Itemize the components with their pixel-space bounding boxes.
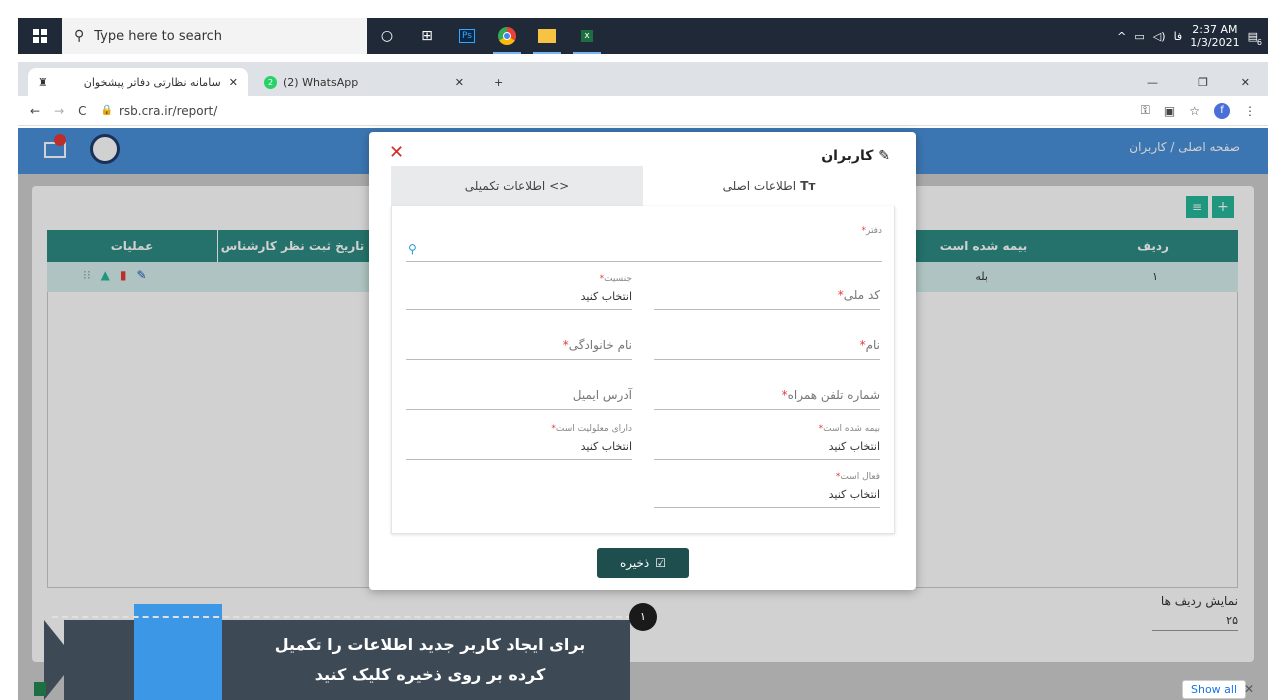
tab-samane[interactable]: ✕ سامانه نظارتی دفاتر پیشخوان ♜	[28, 68, 248, 96]
first-name-field[interactable]: نام*	[654, 320, 880, 360]
text-format-icon: Tт	[796, 179, 816, 193]
modal-close-icon[interactable]: ✕	[389, 142, 404, 163]
tutorial-line-1: برای ایجاد کاربر جدید اطلاعات را تکمیل	[274, 635, 586, 654]
file-explorer-icon[interactable]	[527, 18, 567, 54]
screen: ⚲ Type here to search ○ ⊞ Ps x ^ ▭ ◁) فا…	[0, 0, 1276, 700]
back-icon[interactable]: ←	[30, 104, 40, 118]
notification-count: 6	[1256, 37, 1262, 47]
tutorial-arrow-shape	[44, 620, 76, 700]
tab-main-info[interactable]: Tт اطلاعات اصلی	[643, 166, 895, 206]
tab-title: (2) WhatsApp	[283, 75, 359, 89]
gender-select[interactable]: جنسیت* انتخاب کنید	[406, 270, 632, 310]
user-form: دفتر* ⚲ کد ملی* جنسیت* انتخاب کنید نام* …	[391, 206, 895, 534]
national-code-field[interactable]: کد ملی*	[654, 270, 880, 310]
chevron-up-icon[interactable]: ^	[1117, 30, 1126, 43]
key-icon[interactable]: ⚿	[1141, 103, 1150, 118]
notification-icon[interactable]: ▤ 6	[1248, 30, 1262, 47]
gender-value: انتخاب کنید	[580, 290, 632, 303]
disability-select[interactable]: دارای معلولیت است* انتخاب کنید	[406, 420, 632, 460]
show-all-button[interactable]: Show all	[1182, 680, 1247, 699]
windows-start-icon[interactable]	[18, 18, 62, 54]
active-value: انتخاب کنید	[828, 488, 880, 501]
translate-icon[interactable]: ▣	[1164, 104, 1175, 118]
active-select[interactable]: فعال است* انتخاب کنید	[654, 468, 880, 508]
profile-avatar[interactable]: f	[1214, 102, 1230, 119]
chrome-icon[interactable]	[487, 18, 527, 54]
forward-icon[interactable]: →	[54, 104, 64, 118]
step-badge: ۱	[629, 603, 657, 631]
reload-icon[interactable]: C	[78, 104, 86, 118]
code-icon: <>	[545, 179, 570, 193]
clock-date: 1/3/2021	[1190, 36, 1240, 49]
clock-time: 2:37 AM	[1192, 23, 1238, 36]
search-icon[interactable]: ⚲	[408, 242, 417, 256]
tutorial-dashed-line	[52, 616, 632, 618]
user-modal: ✎ کاربران ✕ Tт اطلاعات اصلی <> اطلاعات ت…	[369, 132, 916, 590]
taskbar-search-box[interactable]: ⚲ Type here to search	[62, 18, 367, 54]
insured-select[interactable]: بیمه شده است* انتخاب کنید	[654, 420, 880, 460]
system-tray: ^ ▭ ◁) فا 2:37 AM 1/3/2021 ▤ 6	[1117, 23, 1268, 49]
lock-icon: 🔒	[100, 105, 113, 116]
photoshop-icon[interactable]: Ps	[447, 18, 487, 54]
taskbar-search-placeholder: Type here to search	[94, 28, 223, 44]
task-view-icon[interactable]: ⊞	[407, 18, 447, 54]
site-favicon-icon: ♜	[38, 75, 48, 89]
tutorial-text: برای ایجاد کاربر جدید اطلاعات را تکمیل ک…	[240, 630, 620, 690]
minimize-icon[interactable]: —	[1137, 68, 1168, 96]
pencil-icon: ✎	[873, 148, 890, 164]
insured-value: انتخاب کنید	[828, 440, 880, 453]
menu-icon[interactable]: ⋮	[1244, 104, 1256, 118]
tab-close-icon[interactable]: ✕	[229, 76, 238, 89]
star-icon[interactable]: ☆	[1189, 104, 1200, 118]
restore-icon[interactable]: ❐	[1188, 68, 1218, 96]
modal-tabs: Tт اطلاعات اصلی <> اطلاعات تکمیلی	[391, 166, 895, 206]
windows-taskbar: ⚲ Type here to search ○ ⊞ Ps x ^ ▭ ◁) فا…	[18, 18, 1268, 54]
volume-icon[interactable]: ◁)	[1153, 30, 1166, 43]
whatsapp-favicon-icon: 2	[264, 75, 277, 89]
browser-tab-strip: ✕ سامانه نظارتی دفاتر پیشخوان ♜ 2 (2) Wh…	[18, 62, 1268, 96]
language-indicator[interactable]: فا	[1174, 30, 1183, 43]
tab-whatsapp[interactable]: 2 (2) WhatsApp ✕	[254, 68, 474, 96]
excel-icon[interactable]: x	[567, 18, 607, 54]
tutorial-accent	[134, 604, 222, 700]
search-icon: ⚲	[74, 28, 85, 44]
window-close-icon[interactable]: ✕	[1231, 68, 1260, 96]
tutorial-line-2: کرده بر روی ذخیره کلیک کنید	[314, 665, 546, 684]
cortana-icon[interactable]: ○	[367, 18, 407, 54]
download-bar-close-icon[interactable]: ✕	[1244, 682, 1254, 696]
excel-file-icon[interactable]	[34, 682, 46, 696]
new-tab-icon[interactable]: +	[484, 68, 513, 96]
tab-close-icon[interactable]: ✕	[455, 76, 464, 89]
url-field[interactable]: rsb.cra.ir/report/	[119, 104, 217, 118]
clock[interactable]: 2:37 AM 1/3/2021	[1190, 23, 1239, 49]
network-icon[interactable]: ▭	[1134, 30, 1144, 43]
tab-title: سامانه نظارتی دفاتر پیشخوان	[83, 75, 221, 89]
tab-extra-info[interactable]: <> اطلاعات تکمیلی	[391, 166, 643, 206]
last-name-field[interactable]: نام خانوادگی*	[406, 320, 632, 360]
email-field[interactable]: آدرس ایمیل	[406, 370, 632, 410]
modal-title: ✎ کاربران	[821, 148, 890, 164]
address-bar-row: ← → C 🔒 rsb.cra.ir/report/ ⚿ ▣ ☆ f ⋮	[18, 96, 1268, 126]
check-icon: ☑	[655, 556, 667, 570]
save-button[interactable]: ☑ ذخیره	[597, 548, 689, 578]
mobile-field[interactable]: شماره تلفن همراه*	[654, 370, 880, 410]
disability-value: انتخاب کنید	[580, 440, 632, 453]
office-field[interactable]: دفتر* ⚲	[406, 216, 882, 262]
